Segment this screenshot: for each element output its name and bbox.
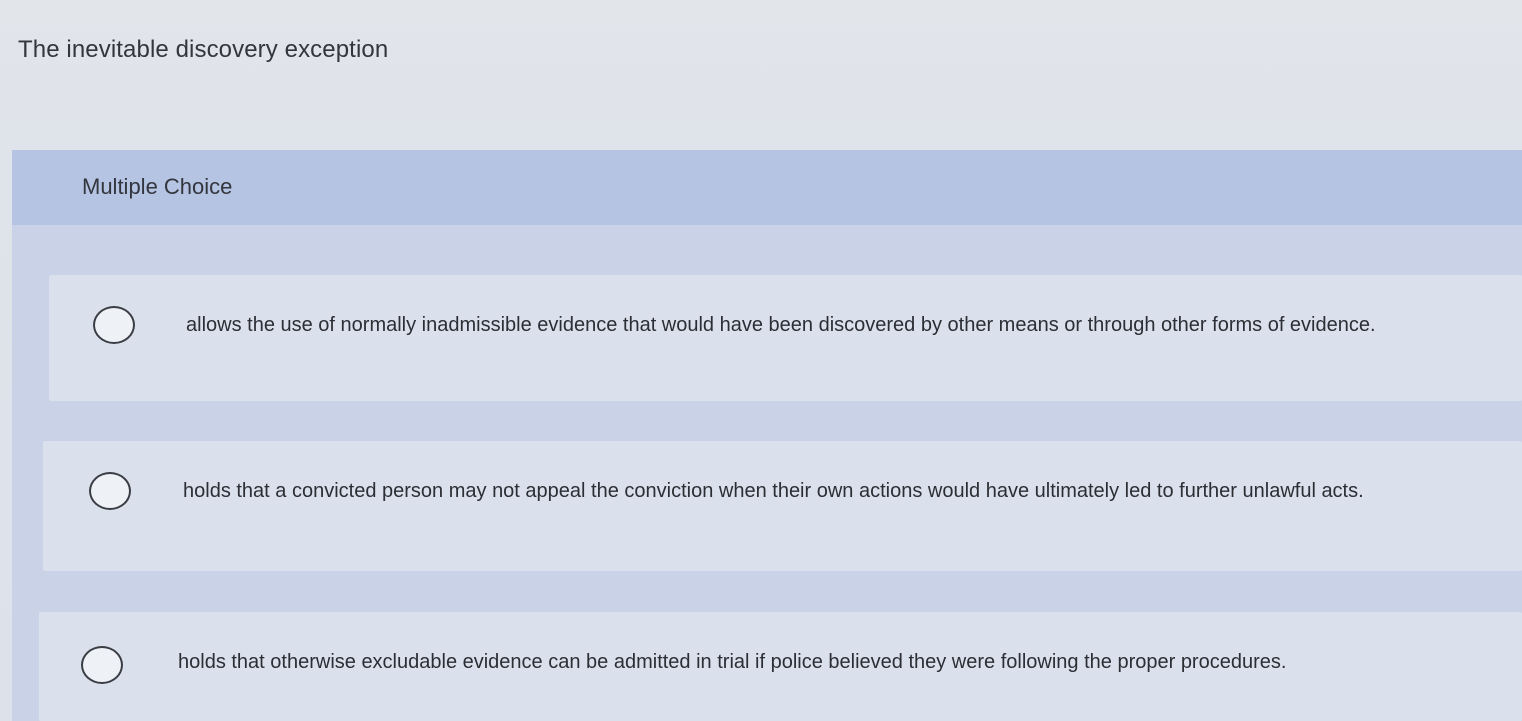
question-panel: Multiple Choice allows the use of normal… xyxy=(12,150,1522,721)
answer-option-2-text[interactable]: holds that a convicted person may not ap… xyxy=(183,477,1413,506)
question-stem: The inevitable discovery exception xyxy=(18,36,389,63)
radio-button-unselected-icon[interactable] xyxy=(89,472,131,510)
question-type-header: Multiple Choice xyxy=(12,150,1522,225)
answer-option-3[interactable]: holds that otherwise excludable evidence… xyxy=(39,612,1522,721)
question-type-label: Multiple Choice xyxy=(82,174,233,199)
answer-option-3-text[interactable]: holds that otherwise excludable evidence… xyxy=(178,648,1358,677)
answer-option-1-text[interactable]: allows the use of normally inadmissible … xyxy=(186,311,1416,340)
radio-button-unselected-icon[interactable] xyxy=(93,306,135,344)
answer-option-2[interactable]: holds that a convicted person may not ap… xyxy=(43,441,1522,571)
radio-button-unselected-icon[interactable] xyxy=(81,646,123,684)
answer-option-1[interactable]: allows the use of normally inadmissible … xyxy=(49,275,1522,401)
